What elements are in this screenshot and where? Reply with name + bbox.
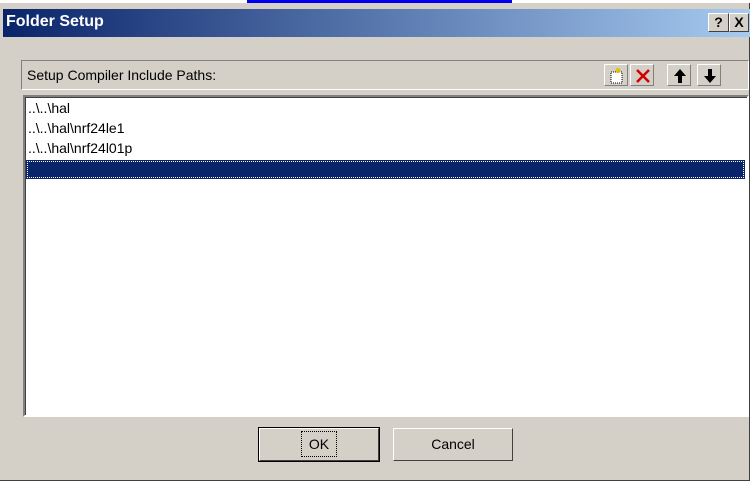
cancel-button[interactable]: Cancel — [393, 428, 513, 461]
delete-icon — [636, 69, 650, 83]
close-button[interactable]: X — [729, 13, 749, 32]
include-paths-header: Setup Compiler Include Paths: — [21, 60, 749, 90]
list-item[interactable]: ..\..\hal\nrf24l01p — [28, 140, 132, 156]
help-button[interactable]: ? — [708, 13, 729, 32]
new-path-button[interactable] — [604, 64, 628, 86]
title-bar[interactable]: Folder Setup ? X — [3, 9, 750, 37]
include-paths-list[interactable]: ..\..\hal ..\..\hal\nrf24le1 ..\..\hal\n… — [23, 95, 749, 417]
ok-button[interactable]: OK — [258, 427, 380, 462]
list-item[interactable]: ..\..\hal — [28, 100, 70, 116]
move-up-button[interactable] — [667, 64, 691, 86]
include-paths-label: Setup Compiler Include Paths: — [27, 67, 217, 83]
move-down-button[interactable] — [697, 64, 721, 86]
move-up-icon — [674, 69, 686, 83]
new-folder-icon — [610, 68, 623, 84]
list-item[interactable]: ..\..\hal\nrf24le1 — [28, 120, 125, 136]
window-title: Folder Setup — [6, 13, 104, 30]
folder-setup-dialog: Folder Setup ? X Setup Compiler Include … — [0, 3, 750, 481]
selected-list-item[interactable] — [26, 160, 745, 179]
ok-button-label: OK — [300, 431, 338, 457]
delete-path-button[interactable] — [630, 64, 654, 86]
move-down-icon — [704, 69, 716, 83]
